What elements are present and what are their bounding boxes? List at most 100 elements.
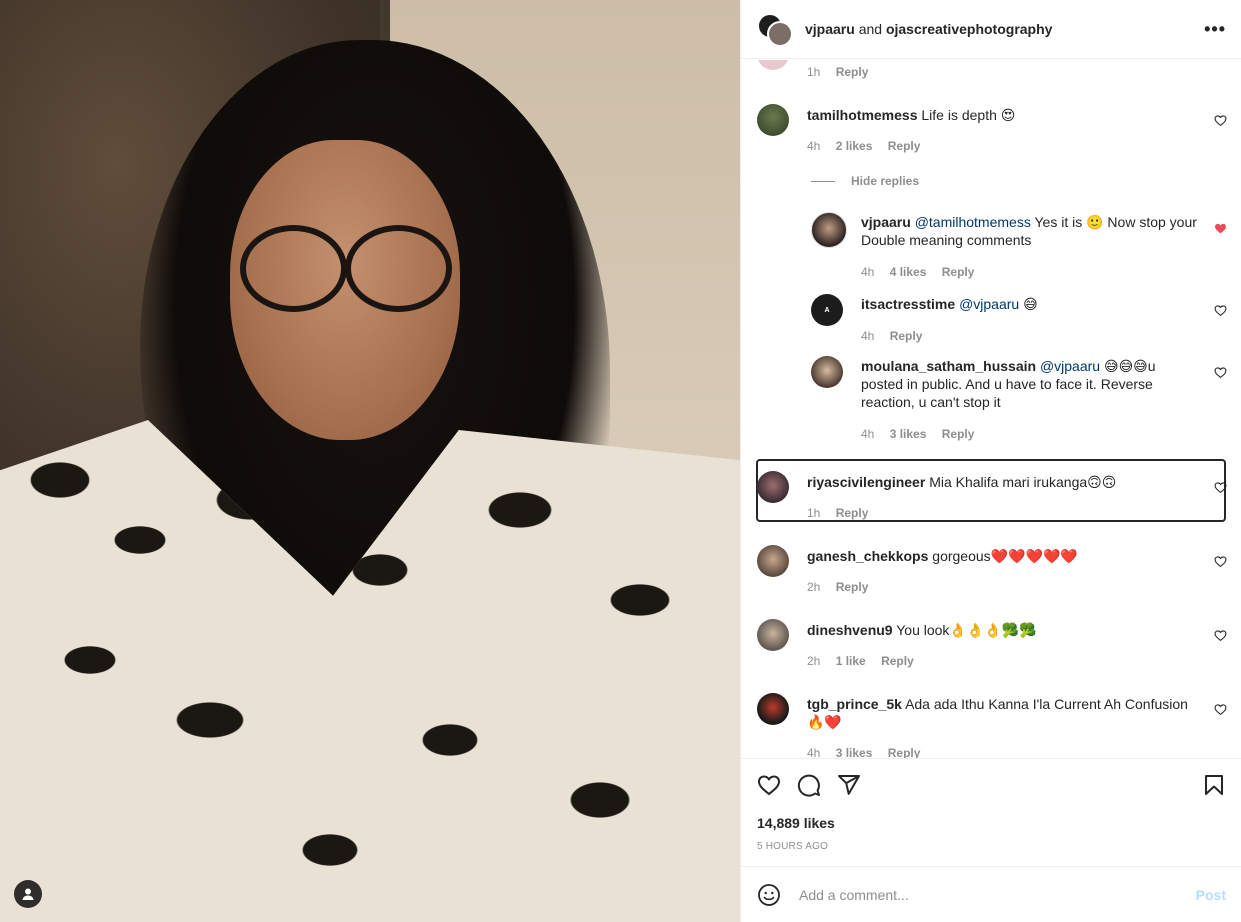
like-heart-icon[interactable] xyxy=(1214,629,1227,642)
comment-body: moulana_satham_hussain @vjpaaru 😅😅😅u pos… xyxy=(861,357,1201,411)
comment-meta: 4h 3 likes Reply xyxy=(861,427,986,441)
avatar[interactable] xyxy=(757,104,789,136)
comment-text: Mia Khalifa mari irukanga🙃🙃 xyxy=(929,474,1117,490)
reply-button[interactable]: Reply xyxy=(836,580,869,594)
comment-text: 😅 xyxy=(1023,296,1038,312)
photo-glasses-left xyxy=(240,225,347,312)
comment-username[interactable]: tamilhotmemess xyxy=(807,107,917,123)
reply-button[interactable]: Reply xyxy=(890,329,923,343)
comment-time: 2h xyxy=(807,654,821,668)
comment-meta: 4h Reply xyxy=(861,329,934,343)
like-heart-icon[interactable] xyxy=(1214,703,1227,716)
comment-time: 1h xyxy=(807,65,821,79)
avatar[interactable] xyxy=(811,212,847,248)
post-header: vjpaaru and ojascreativephotography ••• xyxy=(741,0,1241,59)
comment-body: tamilhotmemess Life is depth 😍 xyxy=(807,106,1197,124)
comment-username[interactable]: vjpaaru xyxy=(861,214,911,230)
bookmark-icon[interactable] xyxy=(1202,773,1226,797)
reply-button[interactable]: Reply xyxy=(836,65,869,79)
hide-replies-toggle[interactable]: Hide replies xyxy=(811,174,919,188)
reply-button[interactable]: Reply xyxy=(888,746,921,758)
more-options-button[interactable]: ••• xyxy=(1204,19,1226,40)
like-heart-icon[interactable] xyxy=(1214,114,1227,127)
comment-meta: 2h Reply xyxy=(807,580,880,594)
reply-button[interactable]: Reply xyxy=(942,427,975,441)
photo-glasses-right xyxy=(345,225,452,312)
collab-avatars[interactable] xyxy=(757,13,793,47)
comment-time: 2h xyxy=(807,580,821,594)
post-comment-button[interactable]: Post xyxy=(1196,887,1226,903)
comment-icon[interactable] xyxy=(797,773,821,797)
comment-time: 4h xyxy=(807,746,821,758)
divider-line xyxy=(811,180,835,182)
comment-time: 4h xyxy=(861,427,875,441)
post-timestamp[interactable]: 5 HOURS AGO xyxy=(757,841,828,852)
person-icon xyxy=(22,888,34,900)
avatar[interactable] xyxy=(811,356,843,388)
comment-text: gorgeous❤️❤️❤️❤️❤️ xyxy=(932,548,1078,564)
like-heart-icon[interactable] xyxy=(1214,481,1227,494)
comment-body: ganesh_chekkops gorgeous❤️❤️❤️❤️❤️ xyxy=(807,547,1197,565)
collaborator-username[interactable]: ojascreativephotography xyxy=(886,21,1053,37)
like-heart-icon[interactable] xyxy=(1214,555,1227,568)
reply-button[interactable]: Reply xyxy=(836,506,869,520)
avatar[interactable] xyxy=(757,693,789,725)
authors-conjunction: and xyxy=(858,21,883,37)
reply-button[interactable]: Reply xyxy=(888,139,921,153)
like-heart-icon[interactable] xyxy=(1214,366,1227,379)
likes-count[interactable]: 14,889 likes xyxy=(757,815,835,831)
comment-likes[interactable]: 3 likes xyxy=(890,427,927,441)
post-photo[interactable] xyxy=(0,0,740,922)
comment-likes[interactable]: 3 likes xyxy=(836,746,873,758)
comment-time: 4h xyxy=(861,329,875,343)
author-username[interactable]: vjpaaru xyxy=(805,21,855,37)
comment-username[interactable]: moulana_satham_hussain xyxy=(861,358,1036,374)
avatar[interactable] xyxy=(757,60,789,70)
liked-heart-icon[interactable] xyxy=(1214,222,1227,235)
comment-mention[interactable]: @vjpaaru xyxy=(959,296,1019,312)
comment-body: tgb_prince_5k Ada ada Ithu Kanna I'la Cu… xyxy=(807,695,1197,731)
avatar[interactable] xyxy=(757,619,789,651)
post-detail-panel: vjpaaru and ojascreativephotography ••• … xyxy=(740,0,1241,922)
comment-time: 4h xyxy=(861,265,875,279)
comment-username[interactable]: ganesh_chekkops xyxy=(807,548,928,564)
comment-meta: 1h Reply xyxy=(807,506,880,520)
like-icon[interactable] xyxy=(757,773,781,797)
post-actions: 14,889 likes 5 HOURS AGO xyxy=(741,758,1241,852)
comment-time: 1h xyxy=(807,506,821,520)
comment-text: Life is depth 😍 xyxy=(921,107,1016,123)
comment-input[interactable] xyxy=(797,885,1196,904)
avatar[interactable] xyxy=(757,471,789,503)
add-comment-bar: Post xyxy=(741,866,1241,922)
share-icon[interactable] xyxy=(837,773,861,797)
like-heart-icon[interactable] xyxy=(1214,304,1227,317)
comment-meta: 4h 4 likes Reply xyxy=(861,265,986,279)
comment-body: dineshvenu9 You look👌👌👌🥦🥦 xyxy=(807,621,1197,639)
comment-mention[interactable]: @vjpaaru xyxy=(1040,358,1100,374)
hide-replies-label: Hide replies xyxy=(851,174,920,188)
comment-username[interactable]: riyascivilengineer xyxy=(807,474,925,490)
comment-text: You look👌👌👌🥦🥦 xyxy=(896,622,1037,638)
action-bar xyxy=(741,759,1241,811)
tagged-users-icon[interactable] xyxy=(14,880,42,908)
comment-likes[interactable]: 4 likes xyxy=(890,265,927,279)
comment-username[interactable]: tgb_prince_5k xyxy=(807,696,902,712)
emoji-icon[interactable] xyxy=(757,883,781,907)
comment-time: 4h xyxy=(807,139,821,153)
comment-meta: 4h 2 likes Reply xyxy=(807,139,932,153)
comment-username[interactable]: itsactresstime xyxy=(861,296,955,312)
comment-mention[interactable]: @tamilhotmemess xyxy=(915,214,1031,230)
comments-list[interactable]: 1h Reply tamilhotmemess Life is depth 😍 … xyxy=(741,60,1241,758)
comment-meta: 4h 3 likes Reply xyxy=(807,746,932,758)
avatar[interactable] xyxy=(757,545,789,577)
comment-body: vjpaaru @tamilhotmemess Yes it is 🙂 Now … xyxy=(861,213,1201,249)
comment-likes[interactable]: 1 like xyxy=(836,654,866,668)
avatar[interactable]: A xyxy=(811,294,843,326)
reply-button[interactable]: Reply xyxy=(942,265,975,279)
actress-logo-icon: A xyxy=(824,306,830,314)
comment-likes[interactable]: 2 likes xyxy=(836,139,873,153)
reply-button[interactable]: Reply xyxy=(881,654,914,668)
comment-username[interactable]: dineshvenu9 xyxy=(807,622,893,638)
comment-meta: 2h 1 like Reply xyxy=(807,654,926,668)
comment-body: riyascivilengineer Mia Khalifa mari iruk… xyxy=(807,473,1197,491)
